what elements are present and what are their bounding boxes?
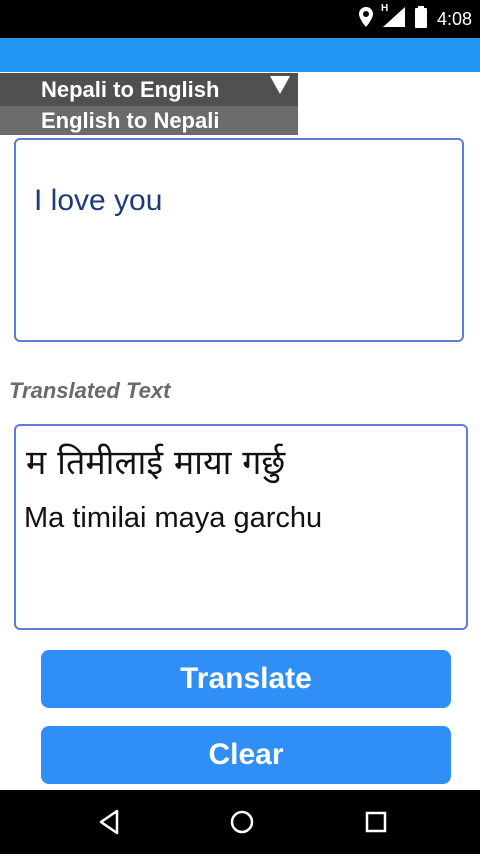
source-text: I love you <box>34 184 163 217</box>
navigation-bar <box>0 790 480 854</box>
back-icon[interactable] <box>95 808 123 836</box>
status-bar: H 4:08 <box>0 0 480 38</box>
dropdown-selected[interactable]: Nepali to English <box>0 73 298 106</box>
status-icons: H 4:08 <box>358 0 472 38</box>
dropdown-option-label: English to Nepali <box>41 108 220 133</box>
clear-button[interactable]: Clear <box>41 726 451 784</box>
translated-romanized-text: Ma timilai maya garchu <box>24 502 323 534</box>
recent-apps-icon[interactable] <box>362 808 390 836</box>
dropdown-arrow-icon[interactable] <box>270 76 290 99</box>
battery-icon <box>414 5 427 33</box>
network-type-label: H <box>380 2 389 14</box>
dropdown-selected-label: Nepali to English <box>41 77 220 102</box>
signal-icon: H <box>381 3 405 32</box>
translated-text-box: म तिमीलाई माया गर्छु Ma timilai maya gar… <box>14 424 468 630</box>
source-text-input[interactable]: I love you <box>14 138 464 342</box>
translate-button[interactable]: Translate <box>41 650 451 708</box>
translated-text-label: Translated Text <box>9 378 171 403</box>
dropdown-option-english-to-nepali[interactable]: English to Nepali <box>0 106 298 135</box>
home-icon[interactable] <box>228 808 256 836</box>
status-time: 4:08 <box>436 8 472 29</box>
translated-nepali-text: म तिमीलाई माया गर्छु <box>26 443 286 483</box>
language-dropdown[interactable]: Nepali to English English to Nepali <box>0 73 298 135</box>
app-bar <box>0 38 480 72</box>
location-icon <box>358 6 373 32</box>
